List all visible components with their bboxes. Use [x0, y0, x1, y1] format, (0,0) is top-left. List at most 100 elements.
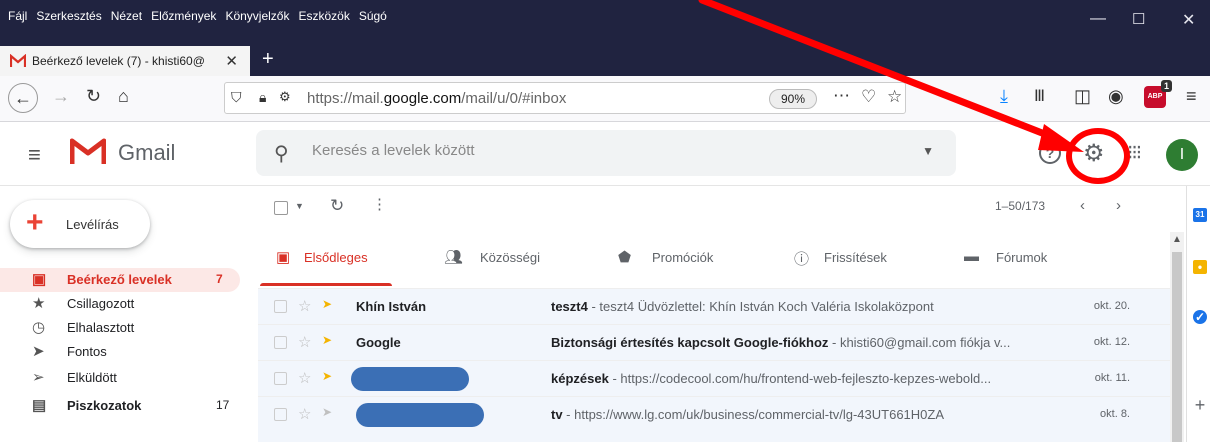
adblock-plus-icon[interactable]: ABP 1: [1144, 80, 1172, 108]
tab-forums[interactable]: ▬ Fórumok: [964, 236, 1084, 288]
page-actions-icon[interactable]: ⋯: [833, 86, 850, 106]
search-icon[interactable]: ⚲: [274, 141, 289, 166]
refresh-icon[interactable]: ↻: [330, 196, 344, 216]
tab-label: Elsődleges: [304, 250, 368, 265]
keep-icon[interactable]: •: [1193, 260, 1207, 274]
home-button[interactable]: ⌂: [118, 86, 129, 107]
email-subject-line: teszt4 - teszt4 Üdvözlettel: Khín István…: [551, 299, 934, 314]
star-toggle-icon[interactable]: ☆: [298, 405, 311, 423]
url-text[interactable]: https://mail.google.com/mail/u/0/#inbox: [307, 90, 566, 107]
add-addon-icon[interactable]: +: [1193, 396, 1207, 414]
compose-button[interactable]: + Levélírás: [10, 200, 150, 248]
email-date: okt. 8.: [1100, 408, 1130, 420]
more-options-icon[interactable]: ⋮: [372, 195, 387, 213]
account-icon[interactable]: ◉: [1108, 86, 1124, 107]
pocket-icon[interactable]: ♡: [861, 87, 876, 107]
forward-button[interactable]: →: [52, 86, 70, 107]
sidebar-item-important[interactable]: ➤ Fontos: [0, 340, 240, 364]
download-icon[interactable]: ⤓: [1000, 86, 1008, 107]
shield-icon[interactable]: ⛉: [231, 89, 242, 106]
new-tab-button[interactable]: +: [262, 48, 274, 71]
tab-label: Promóciók: [652, 250, 714, 265]
sidebar-item-inbox[interactable]: ▣ Beérkező levelek 7: [0, 268, 240, 292]
row-checkbox[interactable]: [274, 408, 287, 421]
gmail-logo-icon[interactable]: [70, 136, 106, 166]
email-row[interactable]: ☆ ➤ tv - https://www.lg.com/uk/business/…: [258, 396, 1170, 442]
tab-primary[interactable]: ▣ Elsődleges: [276, 236, 396, 288]
tasks-icon[interactable]: ✓: [1193, 310, 1207, 324]
menu-help[interactable]: Súgó: [359, 9, 387, 23]
menu-items: Fájl Szerkesztés Nézet Előzmények Könyvj…: [8, 9, 387, 23]
importance-marker-icon[interactable]: ➤: [322, 369, 332, 383]
tab-updates[interactable]: ⓘ Frissítések: [794, 236, 914, 288]
gmail-header: ≡ Gmail ⚲ ▼ ? ⚙ ⁝⁝⁝ I: [0, 122, 1210, 186]
library-icon[interactable]: Ⅲ: [1034, 86, 1045, 106]
scrollbar-thumb[interactable]: [1172, 252, 1182, 442]
star-toggle-icon[interactable]: ☆: [298, 369, 311, 387]
menu-file[interactable]: Fájl: [8, 9, 27, 23]
sidebar-toggle-icon[interactable]: ◫: [1074, 86, 1091, 107]
minimize-button[interactable]: —: [1090, 10, 1106, 28]
menu-bookmarks[interactable]: Könyvjelzők: [225, 9, 289, 23]
maximize-button[interactable]: ☐: [1132, 10, 1145, 28]
sidebar-item-starred[interactable]: ★ Csillagozott: [0, 292, 240, 316]
email-sender: Google: [356, 335, 401, 350]
email-row[interactable]: ☆ ➤ Google Biztonsági értesítés kapcsolt…: [258, 324, 1170, 360]
abp-badge: 1: [1160, 80, 1172, 92]
star-toggle-icon[interactable]: ☆: [298, 333, 311, 351]
forum-icon: ▬: [964, 248, 979, 265]
sidebar-item-sent[interactable]: ➢ Elküldött: [0, 366, 240, 390]
zoom-level[interactable]: 90%: [769, 89, 817, 109]
importance-marker-icon[interactable]: ➤: [322, 297, 332, 311]
main-menu-icon[interactable]: ≡: [28, 142, 41, 168]
back-button[interactable]: ←: [8, 83, 38, 113]
calendar-icon[interactable]: 31: [1193, 208, 1207, 222]
search-options-icon[interactable]: ▼: [922, 144, 934, 158]
row-checkbox[interactable]: [274, 372, 287, 385]
lock-icon[interactable]: 🔒︎: [259, 89, 266, 106]
star-toggle-icon[interactable]: ☆: [298, 297, 311, 315]
sidebar-item-label: Csillagozott: [67, 296, 135, 311]
important-icon: ➤: [32, 343, 45, 360]
select-dropdown-icon[interactable]: ▼: [295, 201, 304, 211]
avatar[interactable]: I: [1166, 139, 1198, 171]
importance-marker-icon[interactable]: ➤: [322, 405, 332, 419]
highlight-circle: [1066, 128, 1130, 184]
email-row[interactable]: ☆ ➤ képzések - https://codecool.com/hu/f…: [258, 360, 1170, 396]
select-all-checkbox[interactable]: [274, 201, 288, 215]
gmail-favicon-icon: [10, 54, 26, 67]
menu-edit[interactable]: Szerkesztés: [36, 9, 101, 23]
scroll-up-icon[interactable]: ▲: [1172, 234, 1182, 245]
newer-page-icon[interactable]: ‹: [1080, 197, 1085, 214]
people-icon: 👥︎: [444, 249, 464, 266]
gmail-wordmark[interactable]: Gmail: [118, 140, 175, 166]
menu-view[interactable]: Nézet: [111, 9, 142, 23]
window-close-button[interactable]: ✕: [1182, 10, 1195, 30]
search-input[interactable]: [312, 142, 872, 159]
search-bar[interactable]: ⚲ ▼: [256, 130, 956, 176]
menu-tools[interactable]: Eszközök: [298, 9, 349, 23]
permissions-icon[interactable]: ⚙: [279, 89, 291, 105]
browser-tab[interactable]: Beérkező levelek (7) - khisti60@ ✕: [0, 46, 250, 76]
help-icon[interactable]: ?: [1039, 142, 1061, 164]
tab-social[interactable]: 👥︎ Közösségi: [444, 236, 564, 288]
menu-history[interactable]: Előzmények: [151, 9, 216, 23]
draft-count: 17: [216, 398, 230, 412]
row-checkbox[interactable]: [274, 336, 287, 349]
list-scrollbar[interactable]: ▲: [1170, 232, 1184, 442]
tab-label: Közösségi: [480, 250, 540, 265]
tab-promotions[interactable]: ⬟ Promóciók: [618, 236, 738, 288]
email-row[interactable]: ☆ ➤ Khín István teszt4 - teszt4 Üdvözlet…: [258, 288, 1170, 324]
row-checkbox[interactable]: [274, 300, 287, 313]
bookmark-star-icon[interactable]: ☆: [887, 87, 902, 107]
importance-marker-icon[interactable]: ➤: [322, 333, 332, 347]
url-bar[interactable]: ⛉ 🔒︎ ⚙ https://mail.google.com/mail/u/0/…: [224, 82, 906, 114]
side-panel: 31 • ✓ +: [1186, 186, 1210, 442]
app-menu-icon[interactable]: ≡: [1186, 86, 1197, 107]
sidebar-item-snoozed[interactable]: ◷ Elhalasztott: [0, 316, 240, 340]
email-sender: Khín István: [356, 299, 427, 314]
tab-close-icon[interactable]: ✕: [225, 52, 238, 70]
sidebar-item-drafts[interactable]: ▤ Piszkozatok 17: [0, 394, 240, 418]
reload-button[interactable]: ↻: [86, 86, 101, 107]
older-page-icon[interactable]: ›: [1116, 197, 1121, 214]
